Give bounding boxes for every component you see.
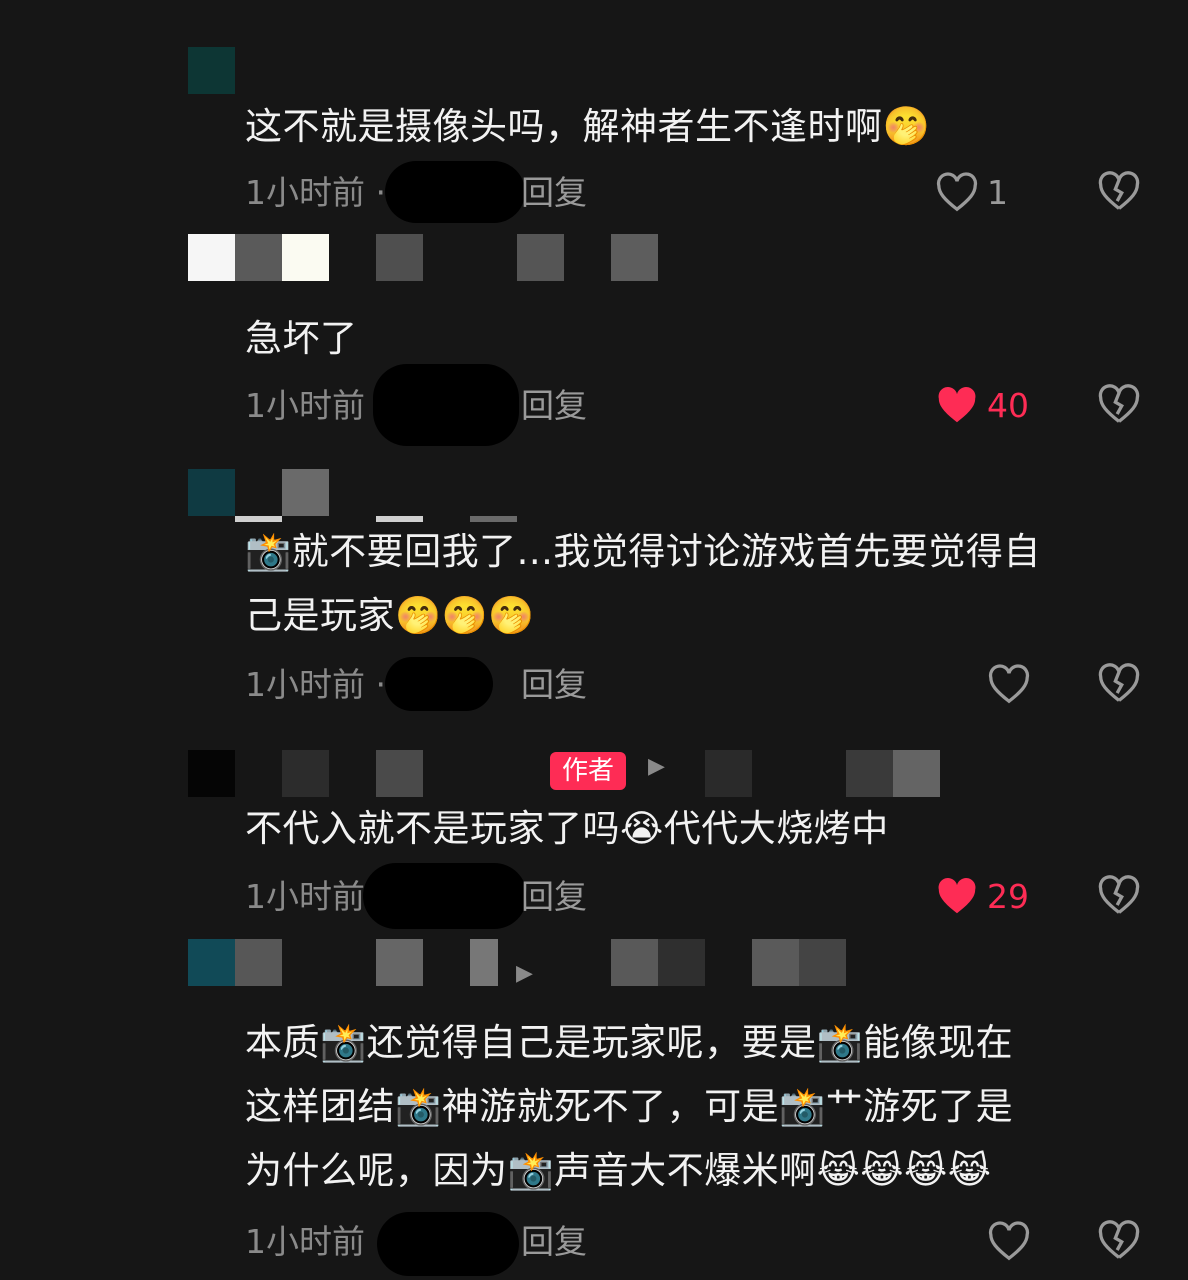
comment-meta: 1小时前 回复 40 <box>245 364 1145 446</box>
comment-meta: 1小时前 回复 29 <box>245 863 1145 929</box>
redaction-blot <box>373 364 519 446</box>
play-triangle-icon: ▶ <box>648 754 665 779</box>
broken-heart-icon[interactable] <box>1097 662 1141 704</box>
heart-filled-icon <box>938 877 976 914</box>
comment-text: 不代入就不是玩家了吗😭代代大烧烤中 <box>245 807 889 850</box>
timestamp: 1小时前 <box>245 877 365 916</box>
timestamp: 1小时前 <box>245 1222 365 1261</box>
broken-heart-icon[interactable] <box>1097 874 1141 916</box>
comment-text: 这不就是摄像头吗，解神者生不逢时啊🤭 <box>245 104 931 148</box>
redaction-blot <box>377 1212 519 1276</box>
hand-over-mouth-emoji: 🤭 <box>882 104 931 148</box>
heart-filled-icon <box>938 386 976 423</box>
play-triangle-icon: ▶ <box>516 961 533 986</box>
like-count: 1 <box>987 173 1008 212</box>
username-censored[interactable] <box>188 234 948 282</box>
comment-meta: 1小时前 · 回复 1 <box>245 161 1145 223</box>
comment-text: 📸就不要回我了...我觉得讨论游戏首先要觉得自 己是玩家🤭🤭🤭 <box>245 530 1041 637</box>
heart-icon <box>936 172 978 212</box>
username-censored[interactable]: 作者 ▶ <box>188 750 948 798</box>
heart-icon <box>988 1221 1030 1261</box>
username-censored[interactable] <box>188 469 948 522</box>
like-button[interactable]: 40 <box>935 380 1065 432</box>
broken-heart-icon[interactable] <box>1097 1219 1141 1261</box>
username-censored[interactable] <box>188 47 948 95</box>
author-badge: 作者 <box>550 752 627 790</box>
timestamp: 1小时前 · <box>245 173 386 212</box>
reply-button[interactable]: 回复 <box>521 871 587 923</box>
heart-icon <box>988 664 1030 704</box>
broken-heart-icon[interactable] <box>1097 383 1141 425</box>
reply-button[interactable]: 回复 <box>521 380 587 432</box>
username-censored[interactable]: ▶ <box>188 939 948 987</box>
comment-meta: 1小时前 · 回复 <box>245 657 1145 711</box>
like-count: 40 <box>987 386 1029 425</box>
reply-button[interactable]: 回复 <box>521 659 587 711</box>
comment-text: 急坏了 <box>245 317 358 360</box>
like-count: 29 <box>987 877 1029 916</box>
comment-text: 本质📸还觉得自己是玩家呢，要是📸能像现在 这样团结📸神游就死不了，可是📸艹游死了… <box>245 1021 1014 1192</box>
redaction-blot <box>385 657 493 711</box>
timestamp: 1小时前 <box>245 386 365 425</box>
reply-button[interactable]: 回复 <box>521 1216 587 1268</box>
like-button[interactable]: 29 <box>935 871 1065 923</box>
like-button[interactable]: 1 <box>935 167 1065 219</box>
redaction-blot <box>363 863 527 929</box>
redaction-blot <box>385 161 525 223</box>
timestamp: 1小时前 · <box>245 665 386 704</box>
comment-meta: 1小时前 回复 <box>245 1212 1145 1276</box>
broken-heart-icon[interactable] <box>1097 170 1141 212</box>
reply-button[interactable]: 回复 <box>521 167 587 219</box>
